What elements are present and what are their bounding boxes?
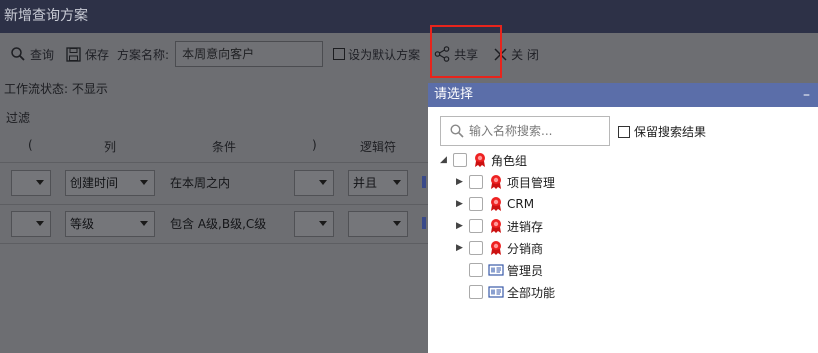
search-icon: [11, 47, 25, 61]
tree-node-crm[interactable]: ▶ CRM: [456, 194, 534, 214]
tree-node-distributor[interactable]: ▶ 分销商: [456, 238, 543, 258]
condition-value[interactable]: 在本周之内: [170, 174, 230, 191]
set-default-box[interactable]: [333, 48, 346, 60]
tree-checkbox[interactable]: [469, 241, 483, 255]
expand-triangle-icon[interactable]: ▶: [456, 243, 466, 253]
right-paren-select[interactable]: [294, 211, 334, 237]
ribbon-icon: [475, 153, 485, 167]
tree-checkbox[interactable]: [469, 175, 483, 189]
tree-node-admin[interactable]: 管理员: [466, 260, 543, 280]
expand-triangle-icon[interactable]: ▶: [456, 199, 466, 209]
tree-node-all-functions[interactable]: 全部功能: [466, 282, 555, 302]
ribbon-icon: [491, 175, 501, 189]
left-paren-select[interactable]: [11, 211, 51, 237]
expand-triangle-icon[interactable]: ▶: [456, 177, 466, 187]
column-select[interactable]: 创建时间: [65, 170, 155, 196]
tree-checkbox[interactable]: [469, 219, 483, 233]
chevron-down-icon: [393, 221, 401, 226]
collapse-triangle-icon[interactable]: ◢: [440, 155, 450, 165]
ribbon-icon: [491, 241, 501, 255]
popup-title: 请选择: [434, 87, 474, 102]
ribbon-icon: [491, 197, 501, 211]
toolbar: 查询 保存 方案名称: 本周意向客户 设为默认方案 共享 关 闭: [0, 33, 818, 75]
minimize-button[interactable]: –: [803, 83, 810, 107]
chevron-down-icon: [140, 221, 148, 226]
floppy-disk-icon: [66, 46, 81, 62]
save-label: 保存: [85, 47, 110, 62]
share-label: 共享: [454, 47, 479, 62]
tree-label: CRM: [507, 197, 535, 211]
chevron-down-icon: [319, 180, 327, 185]
column-value: 等级: [70, 217, 95, 231]
condition-value[interactable]: 包含 A级,B级,C级: [170, 215, 266, 232]
filter-row: 创建时间 在本周之内 并且: [0, 162, 428, 200]
close-icon: [494, 47, 507, 61]
header-column: 列: [104, 140, 117, 154]
select-popup: 请选择 – 保留搜索结果 ◢ 角色组 ▶ 项目管理 ▶ CRM ▶ 进销存 ▶: [428, 83, 818, 353]
tree-checkbox[interactable]: [469, 263, 483, 277]
filter-row: 等级 包含 A级,B级,C级: [0, 204, 428, 242]
logic-select[interactable]: 并且: [348, 170, 408, 196]
tree-checkbox[interactable]: [469, 197, 483, 211]
tree-checkbox[interactable]: [453, 153, 467, 167]
chevron-down-icon: [36, 221, 44, 226]
query-label: 查询: [30, 47, 55, 62]
id-card-icon: [488, 264, 504, 276]
right-paren-select[interactable]: [294, 170, 334, 196]
row-action-edge: [422, 176, 426, 188]
search-box: [440, 116, 610, 146]
id-card-icon: [488, 286, 504, 298]
tree-label: 进销存: [507, 219, 544, 234]
header-right-paren: ): [312, 138, 317, 152]
tree-label: 分销商: [507, 241, 544, 256]
set-default-checkbox[interactable]: 设为默认方案: [331, 39, 426, 69]
logic-select[interactable]: [348, 211, 408, 237]
column-value: 创建时间: [70, 176, 119, 190]
tree-label: 角色组: [491, 153, 528, 168]
header-condition: 条件: [212, 140, 237, 154]
keep-results-label: 保留搜索结果: [634, 125, 707, 139]
share-button[interactable]: 共享: [426, 39, 484, 69]
grid-bottom-divider: [0, 243, 428, 244]
popup-header: 请选择 –: [428, 83, 818, 107]
close-button[interactable]: 关 闭: [484, 39, 545, 69]
filter-grid-header: ( 列 条件 ) 逻辑符: [0, 133, 428, 159]
tree-label: 管理员: [507, 263, 544, 278]
window-title: 新增查询方案: [0, 0, 818, 33]
header-left-paren: (: [28, 138, 33, 152]
tree-checkbox[interactable]: [469, 285, 483, 299]
header-logic: 逻辑符: [360, 140, 397, 154]
expand-triangle-icon[interactable]: ▶: [456, 221, 466, 231]
chevron-down-icon: [140, 180, 148, 185]
workflow-status: 工作流状态: 不显示: [4, 82, 108, 96]
tree-label: 项目管理: [507, 175, 556, 190]
scheme-name-label: 方案名称:: [117, 47, 170, 62]
search-icon: [450, 124, 464, 138]
ribbon-icon: [491, 219, 501, 233]
chevron-down-icon: [393, 180, 401, 185]
close-label: 关 闭: [511, 47, 539, 62]
query-button[interactable]: 查询: [4, 39, 60, 69]
set-default-label: 设为默认方案: [348, 47, 421, 62]
chevron-down-icon: [36, 180, 44, 185]
keep-results-checkbox[interactable]: 保留搜索结果: [618, 123, 706, 140]
chevron-down-icon: [319, 221, 327, 226]
save-button[interactable]: 保存: [60, 39, 115, 69]
filter-label: 过滤: [6, 111, 31, 125]
tree-node-project-mgmt[interactable]: ▶ 项目管理: [456, 172, 555, 192]
search-input[interactable]: [469, 117, 599, 145]
keep-results-box[interactable]: [618, 125, 630, 138]
column-select[interactable]: 等级: [65, 211, 155, 237]
tree-node-inventory[interactable]: ▶ 进销存: [456, 216, 543, 236]
share-icon: [434, 46, 450, 62]
tree-node-role-group[interactable]: ◢ 角色组: [440, 150, 527, 170]
scheme-name-input[interactable]: 本周意向客户: [175, 41, 324, 67]
tree-label: 全部功能: [507, 285, 556, 300]
row-action-edge: [422, 217, 426, 229]
logic-value: 并且: [353, 176, 378, 190]
left-paren-select[interactable]: [11, 170, 51, 196]
